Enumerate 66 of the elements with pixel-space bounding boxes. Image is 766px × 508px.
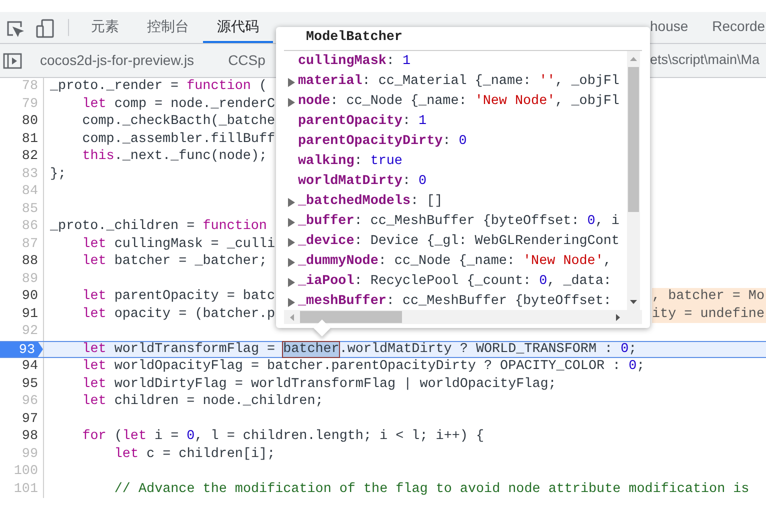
code-text: this._next._func(node);	[81, 149, 268, 164]
expand-triangle-icon[interactable]	[288, 78, 294, 86]
horizontal-scrollbar[interactable]	[284, 310, 642, 324]
device-icon[interactable]	[36, 19, 54, 38]
code-text: let batcher = _batcher;	[81, 254, 268, 269]
scroll-down-icon[interactable]	[630, 300, 637, 304]
property-entry[interactable]: node: cc_Node {_name: 'New Node', _objFl	[298, 92, 620, 112]
code-text: let opacity = (batcher.p	[81, 306, 276, 322]
code-text: let c = children[i];	[113, 446, 276, 462]
inline-value-preview: , batcher = Mo	[652, 288, 766, 306]
line-number[interactable]: 81	[22, 130, 43, 148]
inline-value-preview: ity = undefine	[652, 306, 766, 323]
file-tab[interactable]: cocos2d-js-for-preview.js	[40, 50, 194, 71]
line-number[interactable]: 94	[22, 358, 43, 376]
code-text: for (let i = 0, l = children.length; i < l; i++) {	[81, 429, 484, 444]
inspect-icon[interactable]	[6, 20, 24, 38]
panel-tab[interactable]: house	[650, 12, 700, 43]
property-entry[interactable]: _device: Device {_gl: WebGLRenderingCont	[298, 232, 620, 252]
code-text: let worldTransformFlag = batcher.worldMatDirty ? WORLD_TRANSFORM : 0;	[81, 342, 637, 356]
code-text: let children = node._children;	[81, 394, 324, 409]
expand-triangle-icon[interactable]	[288, 258, 294, 266]
expand-triangle-icon[interactable]	[288, 198, 294, 206]
code-text: comp._assembler.fillBuff	[81, 132, 276, 146]
code-text: // Advance the modification of the flag to avoid node attribute modification is	[113, 482, 750, 496]
line-number[interactable]: 80	[22, 113, 43, 130]
property-entry[interactable]: parentOpacityDirty: 0	[298, 132, 467, 152]
property-entry[interactable]: parentOpacity: 1	[298, 112, 427, 132]
property-entry[interactable]: _iaPool: RecyclePool {_count: 0, _data:	[298, 272, 612, 292]
property-entry[interactable]: _dummyNode: cc_Node {_name: 'New Node',	[298, 252, 612, 272]
line-number[interactable]: 91	[22, 306, 43, 323]
expand-triangle-icon[interactable]	[288, 238, 294, 246]
code-text: comp._checkBacth(_batche	[81, 114, 276, 129]
property-entry[interactable]: cullingMask: 1	[298, 52, 411, 72]
popover-title: ModelBatcher	[306, 29, 402, 48]
property-entry[interactable]: material: cc_Material {_name: '', _objFl	[298, 72, 620, 92]
expand-triangle-icon[interactable]	[288, 298, 294, 306]
panel-tab[interactable]: Recorde	[700, 12, 766, 43]
code-text: let worldDirtyFlag = worldTransformFlag | worldOpacityFlag;	[81, 376, 556, 392]
code-text: let comp = node._renderC	[81, 96, 276, 112]
panel-tab[interactable]: 元素	[77, 12, 133, 43]
line-number[interactable]: 90	[22, 288, 43, 306]
code-text: let cullingMask = _culli	[81, 236, 276, 252]
code-text: let parentOpacity = batc	[81, 289, 276, 304]
line-number[interactable]: 88	[22, 253, 43, 270]
property-entry[interactable]: _meshBuffer: cc_MeshBuffer {byteOffset:	[298, 292, 612, 310]
scroll-right-icon[interactable]	[616, 314, 620, 320]
panel-tab[interactable]: 控制台	[133, 12, 203, 43]
expand-triangle-icon[interactable]	[288, 278, 294, 286]
line-number[interactable]: 97	[22, 410, 43, 428]
code-text: _proto._render = function (	[50, 79, 267, 94]
property-entry[interactable]: worldMatDirty: 0	[298, 172, 427, 192]
line-number[interactable]: 82	[22, 148, 43, 166]
code-text: };	[50, 166, 66, 182]
property-entry[interactable]: _buffer: cc_MeshBuffer {byteOffset: 0, i	[298, 212, 620, 232]
expand-triangle-icon[interactable]	[288, 98, 294, 106]
property-entry[interactable]: _batchedModels: []	[298, 192, 443, 212]
expand-triangle-icon[interactable]	[288, 218, 294, 226]
line-number[interactable]: 98	[22, 428, 43, 446]
vertical-scrollbar[interactable]	[627, 51, 640, 310]
sidebar-toggle-icon[interactable]	[3, 52, 22, 68]
code-text: let worldOpacityFlag = batcher.parentOpacityDirty ? OPACITY_COLOR : 0;	[81, 359, 645, 374]
file-tab[interactable]: CCSp	[228, 50, 266, 71]
file-path: ets\script\main\Ma	[650, 51, 760, 70]
code-text: _proto._children = function	[50, 219, 267, 234]
property-entry[interactable]: walking: true	[298, 152, 402, 172]
line-number[interactable]: 95	[22, 376, 43, 393]
